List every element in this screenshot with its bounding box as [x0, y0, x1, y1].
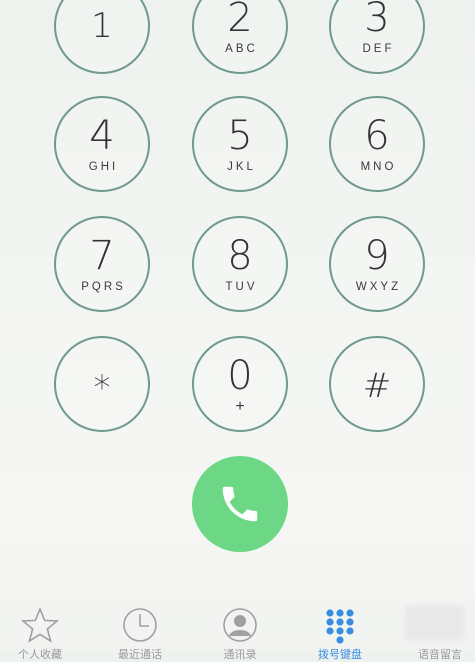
contact-icon [223, 608, 257, 642]
key-letters: GHI [88, 161, 119, 173]
tab-favorites[interactable]: 个人收藏 [0, 598, 85, 661]
key-letters: DEF [362, 43, 395, 55]
key-0[interactable]: 0 + [192, 336, 288, 432]
key-digit: 0 [227, 353, 253, 399]
tab-label: 拨号键盘 [318, 649, 362, 661]
tab-label: 语音留言 [418, 649, 462, 661]
key-1[interactable]: 1 [54, 0, 150, 74]
key-2[interactable]: 2 ABC [192, 0, 288, 74]
key-digit: 4 [89, 113, 115, 159]
key-8[interactable]: 8 TUV [192, 216, 288, 312]
tab-contacts[interactable]: 通讯录 [195, 598, 285, 661]
key-7[interactable]: 7 PQRS [54, 216, 150, 312]
key-letters: TUV [225, 281, 258, 293]
key-3[interactable]: 3 DEF [329, 0, 425, 74]
key-digit: 5 [227, 113, 253, 159]
star-icon [21, 607, 59, 643]
watermark-blur [405, 605, 465, 641]
key-digit: # [362, 366, 392, 406]
tab-recents[interactable]: 最近通话 [95, 598, 185, 661]
key-letters: ABC [225, 43, 258, 55]
tab-label: 个人收藏 [18, 649, 62, 661]
clock-icon [123, 608, 157, 642]
tab-bar: 个人收藏 最近通话 通讯录 拨号键盘 语音留言 [0, 598, 475, 661]
key-digit: 7 [89, 233, 115, 279]
tab-label: 最近通话 [118, 649, 162, 661]
keypad-icon [326, 609, 354, 644]
key-digit: * [93, 368, 111, 408]
key-5[interactable]: 5 JKL [192, 96, 288, 192]
key-letters: JKL [227, 161, 256, 173]
key-4[interactable]: 4 GHI [54, 96, 150, 192]
key-9[interactable]: 9 WXYZ [329, 216, 425, 312]
key-digit: 1 [91, 6, 113, 46]
key-6[interactable]: 6 MNO [329, 96, 425, 192]
phone-icon [222, 486, 258, 522]
key-digit: 6 [364, 113, 390, 159]
key-digit: 2 [227, 0, 253, 41]
key-letters: + [235, 398, 245, 415]
key-star[interactable]: * [54, 336, 150, 432]
call-button[interactable] [192, 456, 288, 552]
key-letters: MNO [360, 161, 397, 173]
key-digit: 9 [364, 233, 390, 279]
key-digit: 8 [227, 233, 253, 279]
tab-keypad[interactable]: 拨号键盘 [295, 598, 385, 661]
key-hash[interactable]: # [329, 336, 425, 432]
key-digit: 3 [364, 0, 390, 41]
tab-label: 通讯录 [223, 649, 257, 661]
key-letters: WXYZ [355, 281, 402, 293]
key-letters: PQRS [81, 281, 126, 293]
